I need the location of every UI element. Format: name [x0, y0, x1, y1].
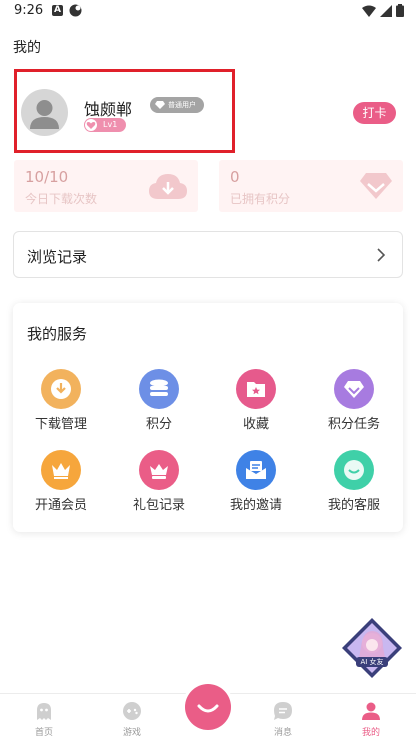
- nav-games[interactable]: 游戏: [102, 694, 162, 739]
- tag-icon: [334, 369, 374, 409]
- avatar-placeholder-icon: [30, 100, 59, 129]
- service-label: 收藏: [242, 417, 269, 432]
- mail-icon: [236, 450, 276, 490]
- nav-home[interactable]: 首页: [14, 694, 74, 739]
- gift-crown-icon: [139, 450, 179, 490]
- download-icon: [41, 369, 81, 409]
- points-value: 0: [230, 168, 240, 186]
- service-label: 我的客服: [327, 498, 380, 513]
- status-indicators: [362, 4, 404, 17]
- checkin-button[interactable]: 打卡: [353, 102, 396, 124]
- user-icon: [362, 702, 380, 720]
- ai-companion-icon: [342, 618, 402, 678]
- diamond-points-icon: [360, 173, 392, 199]
- page-title: 我的: [13, 40, 41, 56]
- coins-icon: [139, 369, 179, 409]
- level-label: Lv1: [103, 120, 118, 129]
- nav-mine[interactable]: 我的: [341, 694, 401, 739]
- chevron-right-icon: [377, 248, 386, 262]
- service-favorites[interactable]: 收藏: [216, 369, 296, 439]
- service-gift-records[interactable]: 礼包记录: [119, 450, 199, 520]
- downloads-label: 今日下载次数: [25, 192, 98, 206]
- signal-icon: [380, 4, 392, 17]
- service-customer-support[interactable]: 我的客服: [314, 450, 394, 520]
- service-download-manager[interactable]: 下载管理: [21, 369, 101, 439]
- user-type-label: 普通用户: [168, 101, 196, 109]
- downloads-stat-card[interactable]: 10/10 今日下载次数: [14, 160, 198, 212]
- user-type-badge: 普通用户: [150, 97, 204, 113]
- chat-icon: [334, 450, 374, 490]
- username: 蚀颇郸: [84, 100, 133, 119]
- nav-label: 消息: [273, 728, 292, 738]
- service-points[interactable]: 积分: [119, 369, 199, 439]
- nav-label: 我的: [361, 728, 380, 738]
- nav-messages[interactable]: 消息: [253, 694, 313, 739]
- service-label: 我的邀请: [229, 498, 282, 513]
- avatar[interactable]: [21, 89, 68, 136]
- service-points-tasks[interactable]: 积分任务: [314, 369, 394, 439]
- points-stat-card[interactable]: 0 已拥有积分: [219, 160, 403, 212]
- diamond-icon: [155, 101, 165, 109]
- ai-companion-float-button[interactable]: AI 女友: [341, 617, 403, 679]
- app-notification-icon: [69, 4, 82, 17]
- center-smile-button[interactable]: [182, 681, 234, 733]
- level-badge: Lv1: [84, 118, 126, 132]
- service-label: 下载管理: [34, 417, 87, 432]
- points-label: 已拥有积分: [230, 192, 291, 206]
- downloads-value: 10/10: [25, 168, 69, 186]
- browse-history-label: 浏览记录: [27, 248, 88, 266]
- service-label: 开通会员: [34, 498, 87, 513]
- services-title: 我的服务: [27, 325, 88, 343]
- service-label: 积分任务: [327, 417, 380, 432]
- ghost-icon: [37, 703, 51, 720]
- a-app-icon: A: [52, 5, 63, 16]
- nav-label: 游戏: [122, 728, 141, 738]
- nav-label: 首页: [34, 728, 53, 738]
- heart-icon: [85, 119, 97, 131]
- message-icon: [274, 702, 292, 720]
- cloud-download-icon: [149, 174, 187, 199]
- service-label: 积分: [145, 417, 172, 432]
- wifi-icon: [362, 5, 376, 17]
- service-label: 礼包记录: [132, 498, 185, 513]
- gamepad-icon: [123, 702, 141, 720]
- favorites-icon: [236, 369, 276, 409]
- service-invitations[interactable]: 我的邀请: [216, 450, 296, 520]
- status-bar: 9:26 A: [0, 0, 416, 24]
- battery-icon: [396, 4, 404, 17]
- services-card: 我的服务 下载管理 积分 收藏 积分任务 开通会员 礼包记录 我的邀请 我的客服: [13, 303, 403, 532]
- service-membership[interactable]: 开通会员: [21, 450, 101, 520]
- browse-history-row[interactable]: 浏览记录: [13, 231, 403, 278]
- status-time: 9:26: [14, 3, 44, 18]
- crown-icon: [41, 450, 81, 490]
- smile-icon: [185, 684, 231, 730]
- ai-companion-label: AI 女友: [360, 658, 384, 666]
